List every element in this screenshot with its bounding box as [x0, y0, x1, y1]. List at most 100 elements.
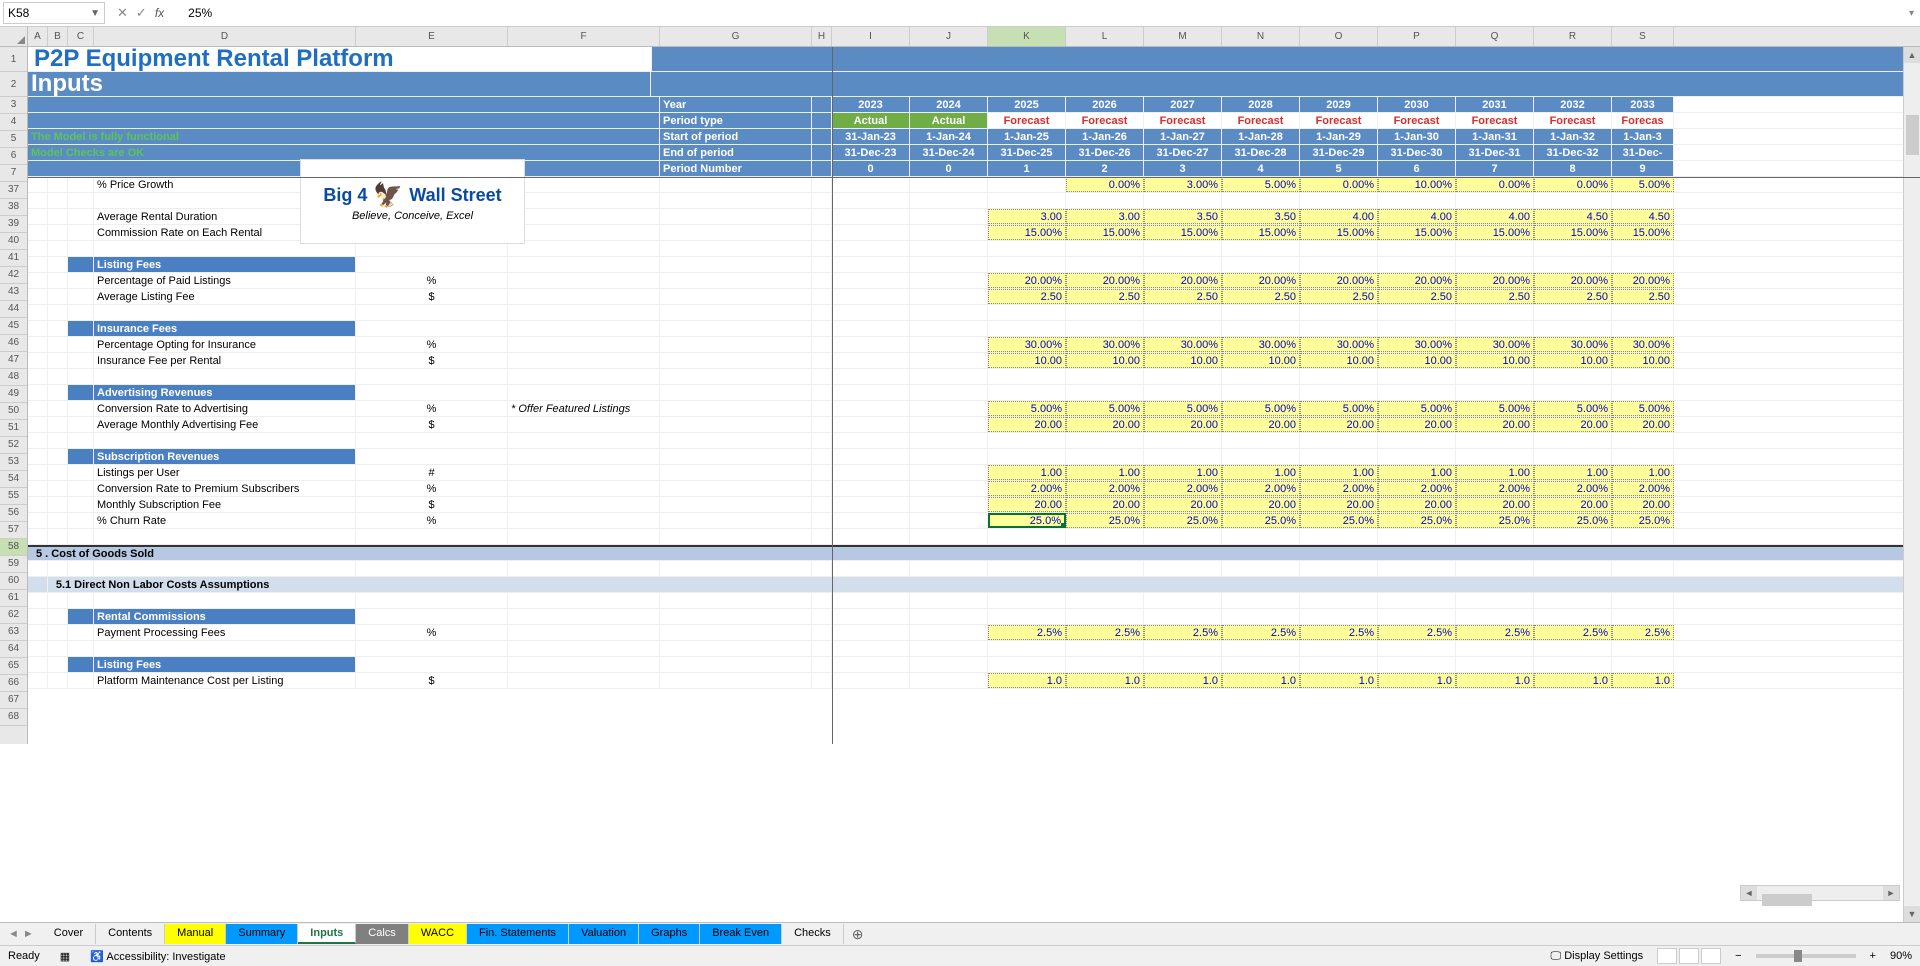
cell-56-O[interactable]: 2.00% — [1300, 481, 1378, 496]
tab-checks[interactable]: Checks — [782, 924, 844, 944]
cell-67-R[interactable] — [1534, 657, 1612, 672]
cell-58-M[interactable]: 25.0% — [1144, 513, 1222, 528]
row-header-63[interactable]: 63 — [0, 624, 27, 641]
cancel-icon[interactable]: ✕ — [117, 5, 128, 21]
cell-58-P[interactable]: 25.0% — [1378, 513, 1456, 528]
cell-42-E[interactable] — [356, 257, 508, 272]
cell-59-F[interactable] — [508, 529, 660, 544]
cell-55-G[interactable] — [660, 465, 812, 480]
cell-63-M[interactable] — [1144, 593, 1222, 608]
cell-43-F[interactable] — [508, 273, 660, 288]
cell-64-P[interactable] — [1378, 609, 1456, 624]
cell-43-A[interactable] — [28, 273, 48, 288]
cell-46-C[interactable] — [68, 321, 94, 336]
cell-68-F[interactable] — [508, 673, 660, 688]
cell-55-D[interactable]: Listings per User — [94, 465, 356, 480]
cell-63-A[interactable] — [28, 593, 48, 608]
cell-55-F[interactable] — [508, 465, 660, 480]
cell-61-P[interactable] — [1378, 561, 1456, 576]
cell-55-B[interactable] — [48, 465, 68, 480]
cell-3-I[interactable]: 2023 — [832, 97, 910, 112]
cell-54-L[interactable] — [1066, 449, 1144, 464]
cell-47-L[interactable]: 30.00% — [1066, 337, 1144, 352]
cell-44-E[interactable]: $ — [356, 289, 508, 304]
cell-44-K[interactable]: 2.50 — [988, 289, 1066, 304]
cell-38-A[interactable] — [28, 193, 48, 208]
cell-45-O[interactable] — [1300, 305, 1378, 320]
row-header-50[interactable]: 50 — [0, 403, 27, 420]
cell-54-Q[interactable] — [1456, 449, 1534, 464]
cell-42-J[interactable] — [910, 257, 988, 272]
cell-59-S[interactable] — [1612, 529, 1674, 544]
cell-45-N[interactable] — [1222, 305, 1300, 320]
cell-66-H[interactable] — [812, 641, 832, 656]
cell-52-G[interactable] — [660, 417, 812, 432]
cell-50-N[interactable] — [1222, 385, 1300, 400]
cell-65-P[interactable]: 2.5% — [1378, 625, 1456, 640]
cell-66-E[interactable] — [356, 641, 508, 656]
cell-66-G[interactable] — [660, 641, 812, 656]
cell-57-F[interactable] — [508, 497, 660, 512]
cell-64-R[interactable] — [1534, 609, 1612, 624]
cell-51-N[interactable]: 5.00% — [1222, 401, 1300, 416]
cell-3-O[interactable]: 2029 — [1300, 97, 1378, 112]
cell-41-B[interactable] — [48, 241, 68, 256]
row-header-7[interactable]: 7 — [0, 165, 27, 182]
cell-53-C[interactable] — [68, 433, 94, 448]
expand-formula-icon[interactable]: ▾ — [1903, 8, 1920, 19]
cell-43-B[interactable] — [48, 273, 68, 288]
cell-38-O[interactable] — [1300, 193, 1378, 208]
cell-45-R[interactable] — [1534, 305, 1612, 320]
cell-44-P[interactable]: 2.50 — [1378, 289, 1456, 304]
cell-56-B[interactable] — [48, 481, 68, 496]
cell-47-F[interactable] — [508, 337, 660, 352]
cell-41-I[interactable] — [832, 241, 910, 256]
cell-3-M[interactable]: 2027 — [1144, 97, 1222, 112]
cell-3-P[interactable]: 2030 — [1378, 97, 1456, 112]
cell-3-S[interactable]: 2033 — [1612, 97, 1674, 112]
cell-49-P[interactable] — [1378, 369, 1456, 384]
tab-summary[interactable]: Summary — [226, 924, 298, 944]
cell-38-B[interactable] — [48, 193, 68, 208]
cell-54-N[interactable] — [1222, 449, 1300, 464]
cell-56-Q[interactable]: 2.00% — [1456, 481, 1534, 496]
cell-45-K[interactable] — [988, 305, 1066, 320]
cell-7-N[interactable]: 4 — [1222, 161, 1300, 176]
row-header-57[interactable]: 57 — [0, 522, 27, 539]
cell-5-J[interactable]: 1-Jan-24 — [910, 129, 988, 144]
cell-52-D[interactable]: Average Monthly Advertising Fee — [94, 417, 356, 432]
cell-61-M[interactable] — [1144, 561, 1222, 576]
cell-37-M[interactable]: 3.00% — [1144, 177, 1222, 192]
cell-41-M[interactable] — [1144, 241, 1222, 256]
cell-45-E[interactable] — [356, 305, 508, 320]
cell-57-K[interactable]: 20.00 — [988, 497, 1066, 512]
cell-46-F[interactable] — [508, 321, 660, 336]
cell-63-I[interactable] — [832, 593, 910, 608]
cell-65-I[interactable] — [832, 625, 910, 640]
select-all-corner[interactable] — [0, 27, 28, 46]
cell-54-F[interactable] — [508, 449, 660, 464]
cell-5-G[interactable]: Start of period — [660, 129, 812, 144]
cell-63-L[interactable] — [1066, 593, 1144, 608]
cell-53-K[interactable] — [988, 433, 1066, 448]
cell-51-A[interactable] — [28, 401, 48, 416]
cell-47-J[interactable] — [910, 337, 988, 352]
row-header-59[interactable]: 59 — [0, 556, 27, 573]
cell-43-M[interactable]: 20.00% — [1144, 273, 1222, 288]
cell-56-H[interactable] — [812, 481, 832, 496]
cell-57-G[interactable] — [660, 497, 812, 512]
cell-65-L[interactable]: 2.5% — [1066, 625, 1144, 640]
cell-42-N[interactable] — [1222, 257, 1300, 272]
cell-39-J[interactable] — [910, 209, 988, 224]
cell-48-P[interactable]: 10.00 — [1378, 353, 1456, 368]
cell-63-O[interactable] — [1300, 593, 1378, 608]
cell-49-A[interactable] — [28, 369, 48, 384]
cell-53-F[interactable] — [508, 433, 660, 448]
row-header-53[interactable]: 53 — [0, 454, 27, 471]
cell-59-Q[interactable] — [1456, 529, 1534, 544]
cell-53-I[interactable] — [832, 433, 910, 448]
cell-39-A[interactable] — [28, 209, 48, 224]
cell-59-R[interactable] — [1534, 529, 1612, 544]
row-header-41[interactable]: 41 — [0, 250, 27, 267]
cell-5-R[interactable]: 1-Jan-32 — [1534, 129, 1612, 144]
